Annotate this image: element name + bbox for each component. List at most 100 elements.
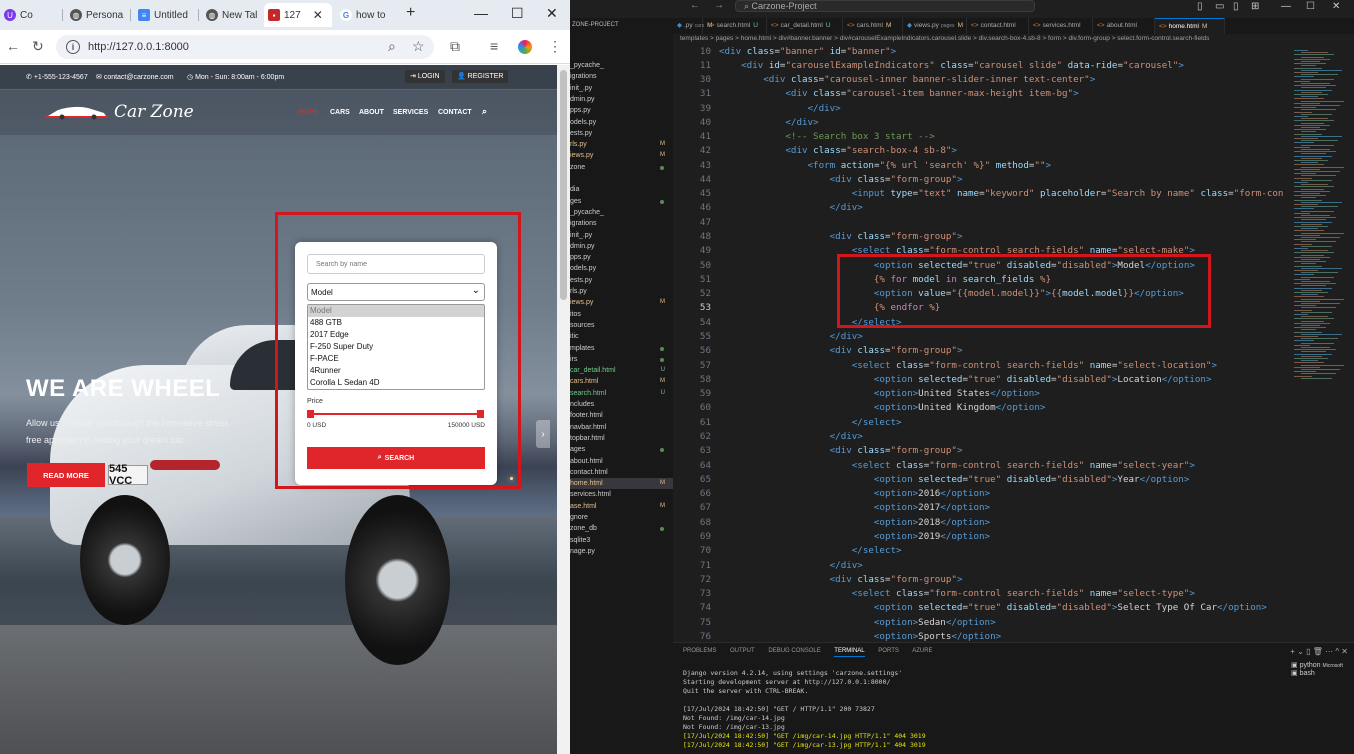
explorer-item[interactable]: mplates [570,343,673,354]
nav-contact[interactable]: CONTACT [438,109,472,116]
explorer-item[interactable]: pps.py [570,252,673,263]
explorer-item[interactable]: igrations [570,218,673,229]
read-more-button[interactable]: READ MORE [27,463,105,487]
explorer-item[interactable]: iews.py M [570,150,673,161]
register-button[interactable]: 👤 REGISTER [452,70,509,83]
close-icon[interactable]: ✕ [313,8,323,22]
explorer-item[interactable]: dia [570,184,673,195]
forward-icon[interactable]: → [714,0,724,11]
tab-output[interactable]: OUTPUT [730,648,755,654]
extensions-icon[interactable]: ⧉ [450,38,460,55]
tab-terminal[interactable]: TERMINAL [834,648,865,657]
terminal-instance[interactable]: ▣ bash [1291,669,1343,677]
layout-icon[interactable]: ▯ [1197,1,1203,12]
explorer-item[interactable]: sources [570,320,673,331]
browser-tab-active[interactable]: ▪ 127 ✕ [264,3,332,27]
maximize-button[interactable]: ☐ [1306,1,1315,12]
nav-home[interactable]: HOME [298,109,319,116]
explorer-item[interactable]: ages [570,444,673,455]
browser-tab[interactable]: ◍ New Tal [202,3,260,27]
explorer-item[interactable]: about.html [570,456,673,467]
site-logo[interactable]: Car Zone [46,102,194,122]
profile-avatar[interactable] [518,40,532,54]
bookmark-star-icon[interactable]: ☆ [412,38,425,55]
explorer-item[interactable]: home.html M [570,478,673,490]
explorer-item[interactable]: gnore [570,512,673,523]
explorer-item[interactable]: ests.py [570,128,673,139]
explorer-item[interactable]: zone [570,162,673,173]
zoom-icon[interactable]: ⌕ [388,38,396,55]
explorer-item[interactable]: iews.py M [570,297,673,308]
more-menu-icon[interactable]: ⋮ [548,38,562,55]
explorer-item[interactable]: _pycache_ [570,207,673,218]
explorer-item[interactable]: contact.html [570,467,673,478]
terminal-output[interactable]: Django version 4.2.14, using settings 'c… [683,669,1283,750]
login-button[interactable]: ⇥ LOGIN [405,70,445,83]
tab-problems[interactable]: PROBLEMS [683,648,716,654]
tab-debug-console[interactable]: DEBUG CONSOLE [768,648,820,654]
layout-icon[interactable]: ▭ [1215,1,1224,12]
panel-toolbar[interactable]: + ⌄ ▯ 🗑 ⋯ ^ ✕ [1290,647,1348,656]
explorer-item[interactable]: rls.py [570,286,673,297]
explorer-item[interactable]: init_.py [570,230,673,241]
maximize-button[interactable]: ☐ [511,5,524,22]
editor-tab[interactable]: ◆ .py cars M [673,18,713,34]
editor-tab[interactable]: <> car_detail.html U [767,18,843,34]
nav-about[interactable]: ABOUT [359,109,384,116]
browser-tab[interactable]: G how to [336,3,398,27]
reading-list-icon[interactable]: ≡ [490,38,498,54]
back-icon[interactable]: ← [690,0,700,11]
explorer-item[interactable]: ase.html M [570,501,673,512]
terminal-instances[interactable]: ▣ python Microsoft ▣ bash [1291,661,1343,677]
terminal-instance[interactable]: ▣ python Microsoft [1291,661,1343,669]
reload-icon[interactable]: ↻ [32,38,44,55]
explorer-item[interactable]: itic [570,331,673,342]
site-info-icon[interactable]: i [66,40,80,54]
explorer-item[interactable]: dmin.py [570,241,673,252]
scrollbar-thumb[interactable] [560,70,567,300]
minimize-button[interactable]: — [1281,1,1291,12]
search-icon[interactable]: ⌕ [482,106,487,117]
tab-ports[interactable]: PORTS [878,648,899,654]
explorer-item[interactable]: itos [570,309,673,320]
explorer-item[interactable]: ests.py [570,275,673,286]
explorer-item[interactable]: odels.py [570,263,673,274]
new-tab-button[interactable]: + [406,4,415,22]
explorer-item[interactable]: ncludes [570,399,673,410]
minimize-button[interactable]: — [474,5,488,21]
explorer-item[interactable] [570,173,673,184]
explorer-item[interactable]: odels.py [570,117,673,128]
layout-icon[interactable]: ⊞ [1251,1,1259,12]
explorer-item[interactable]: rls.py M [570,139,673,150]
tab-azure[interactable]: AZURE [912,648,932,654]
close-window-button[interactable]: ✕ [1332,1,1340,12]
explorer-item[interactable]: nage.py [570,546,673,557]
explorer-item[interactable]: _pycache_ [570,60,673,71]
explorer-item[interactable]: dmin.py [570,94,673,105]
explorer-item[interactable]: car_detail.html U [570,365,673,376]
browser-tab[interactable]: ≡ Untitled [134,3,194,27]
editor-tab[interactable]: <> cars.html M [843,18,903,34]
browser-tab[interactable]: ◍ Persona [66,3,126,27]
close-window-button[interactable]: ✕ [546,5,558,22]
editor-tab[interactable]: <> contact.html [967,18,1029,34]
minimap[interactable] [1290,46,1354,642]
explorer-item[interactable]: pps.py [570,105,673,116]
explorer-item[interactable]: irs [570,354,673,365]
editor-tab[interactable]: <> services.html [1029,18,1093,34]
email-text[interactable]: ✉ contact@carzone.com [96,73,174,81]
nav-cars[interactable]: CARS [330,109,350,116]
explorer-item[interactable]: ges [570,196,673,207]
back-icon[interactable]: ← [6,38,20,54]
code-editor[interactable]: 10 <div class="banner" id="banner"> 11 <… [673,46,1290,642]
nav-services[interactable]: SERVICES [393,109,428,116]
explorer-item[interactable]: igrations [570,71,673,82]
explorer-item[interactable]: init_.py [570,83,673,94]
explorer-item[interactable]: services.html [570,489,673,500]
address-bar[interactable]: i http://127.0.0.1:8000 [56,35,434,59]
command-center[interactable]: ⌕ Carzone-Project [735,0,1035,12]
chevron-right-icon[interactable]: › [536,420,550,448]
explorer-item[interactable]: navbar.html [570,422,673,433]
explorer-item[interactable]: search.html U [570,388,673,399]
explorer-item[interactable]: footer.html [570,410,673,421]
